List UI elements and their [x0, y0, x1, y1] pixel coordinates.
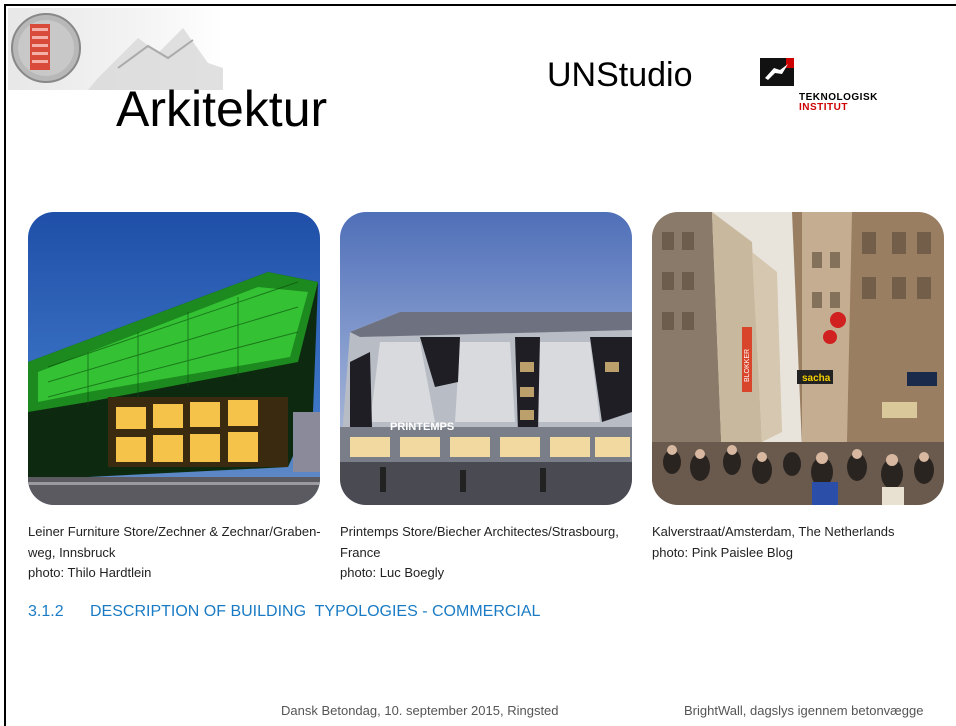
caption-line: weg, Innsbruck: [28, 544, 116, 560]
section-label: DESCRIPTION OF BUILDING TYPOLOGIES - COM…: [90, 603, 541, 620]
teknologisk-institut-logo-icon: [760, 58, 794, 86]
caption-printemps: Printemps Store/Biecher Architectes/Stra…: [340, 522, 640, 584]
footer-project: BrightWall, dagslys igennem betonvægge: [684, 703, 924, 718]
caption-photo-credit: photo: Thilo Hardtlein: [28, 565, 152, 580]
photo-printemps-store: PRINTEMPS: [340, 212, 632, 505]
teknologisk-institut-logo-text: TEKNOLOGISK INSTITUT: [799, 93, 878, 113]
printemps-sign: PRINTEMPS: [390, 421, 454, 433]
header-decoration-image: [8, 8, 223, 90]
caption-line: Kalverstraat/Amsterdam, The Netherlands: [652, 524, 895, 539]
caption-line: Printemps Store/Biecher Architectes/Stra…: [340, 524, 619, 539]
ti-line2: INSTITUT: [799, 102, 848, 113]
unstudio-logo: UNStudio: [547, 56, 693, 94]
footer-event: Dansk Betondag, 10. september 2015, Ring…: [281, 703, 559, 718]
caption-kalverstraat: Kalverstraat/Amsterdam, The Netherlands …: [652, 522, 952, 563]
sacha-sign: sacha: [802, 373, 831, 384]
section-heading: 3.1.2 DESCRIPTION OF BUILDING TYPOLOGIES …: [28, 603, 540, 621]
caption-photo-credit: photo: Pink Paislee Blog: [652, 544, 793, 560]
slide-title: Arkitektur: [116, 81, 328, 137]
blokker-sign: BLOKKER: [744, 349, 751, 382]
caption-line: Leiner Furniture Store/Zechner & Zechnar…: [28, 524, 321, 539]
caption-line: France: [340, 544, 381, 560]
section-number: 3.1.2: [28, 603, 64, 620]
caption-leiner: Leiner Furniture Store/Zechner & Zechnar…: [28, 522, 328, 584]
caption-photo-credit: photo: Luc Boegly: [340, 565, 445, 580]
photo-leiner-furniture-store: [28, 212, 320, 505]
photo-kalverstraat-street: BLOKKER sacha: [652, 212, 944, 505]
